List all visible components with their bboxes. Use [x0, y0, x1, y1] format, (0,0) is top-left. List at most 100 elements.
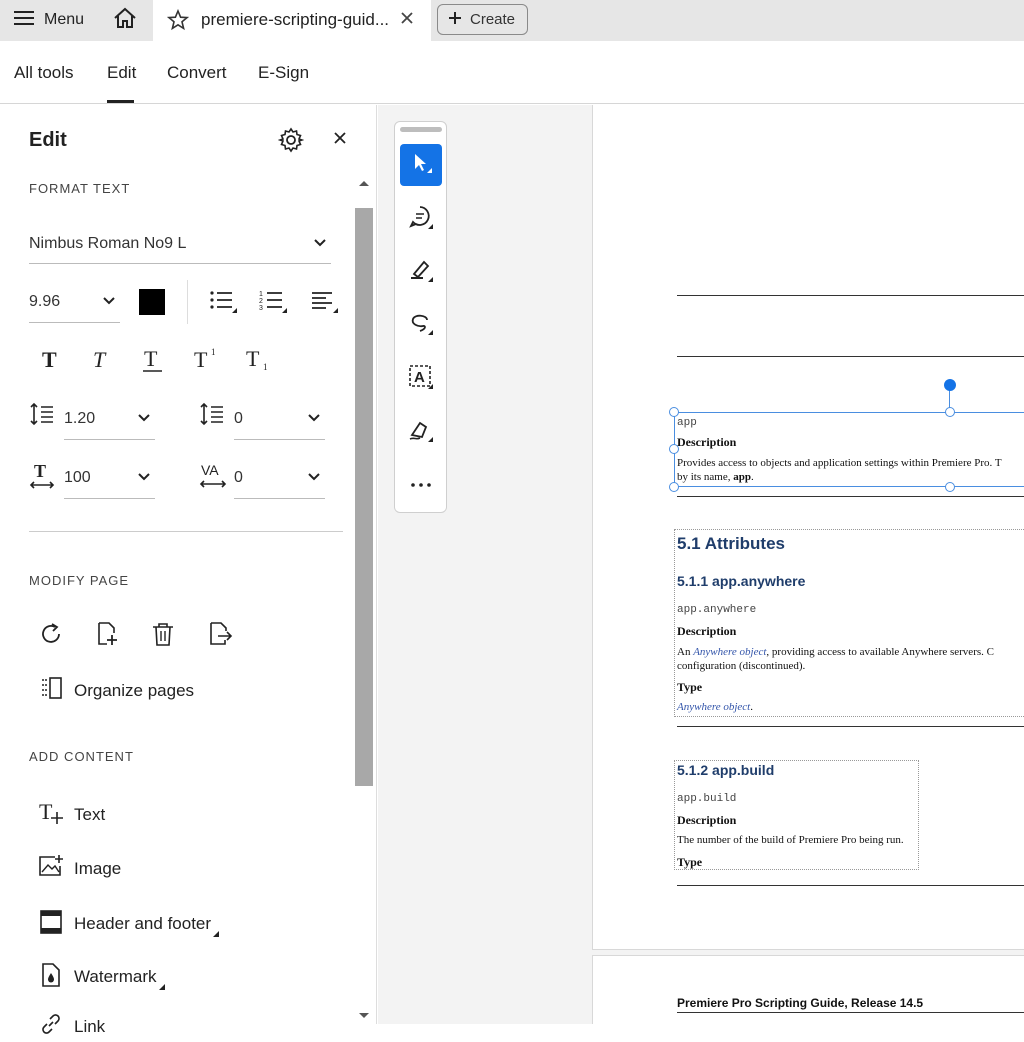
header-footer-label: Header and footer — [74, 914, 212, 933]
line-spacing-dropdown[interactable]: 1.20 — [64, 398, 155, 440]
tool-menubar: All tools Edit Convert E-Sign — [0, 41, 1024, 104]
create-label: Create — [470, 11, 516, 28]
line-spacing-icon — [29, 401, 55, 427]
more-icon — [409, 476, 433, 494]
resize-handle[interactable] — [945, 407, 955, 417]
chevron-down-icon — [137, 469, 151, 487]
description-heading: Description — [677, 813, 737, 827]
quick-tools-toolbar: A — [394, 121, 447, 513]
body-text: Anywhere object. — [677, 701, 753, 713]
chevron-down-icon — [307, 469, 321, 487]
rotate-icon[interactable] — [38, 621, 64, 647]
chevron-down-icon — [307, 410, 321, 428]
svg-text:T: T — [42, 347, 57, 372]
menu-esign[interactable]: E-Sign — [258, 63, 309, 83]
resize-handle[interactable] — [669, 407, 679, 417]
type-heading: Type — [677, 855, 703, 869]
star-icon[interactable] — [166, 8, 190, 36]
sign-tool-button[interactable] — [400, 411, 442, 453]
create-button[interactable]: Create — [437, 4, 528, 35]
text-color-swatch[interactable] — [139, 289, 165, 315]
running-header: Premiere Pro Scripting Guide, Release 14… — [677, 996, 924, 1010]
horizontal-scale-dropdown[interactable]: 100 — [64, 457, 155, 499]
extract-page-icon[interactable] — [206, 621, 234, 647]
paragraph-spacing-value: 0 — [234, 409, 243, 427]
add-link-button[interactable]: Link — [38, 1011, 105, 1042]
paragraph-spacing-icon — [199, 401, 225, 427]
code-text: app.anywhere — [677, 604, 757, 616]
close-panel-icon[interactable] — [333, 131, 347, 145]
scroll-down-icon[interactable] — [358, 1012, 370, 1020]
highlight-tool-button[interactable] — [400, 251, 442, 293]
add-image-icon — [38, 853, 64, 884]
body-text-part: , providing access to available Anywhere… — [766, 646, 994, 658]
chevron-down-icon — [102, 293, 116, 311]
pdf-page: Premiere Pro Scripting Guide, Release 14… — [592, 955, 1024, 1024]
menu-all-tools[interactable]: All tools — [14, 63, 74, 83]
page-rule — [677, 356, 1024, 357]
add-text-label: Text — [74, 804, 106, 824]
body-text: An Anywhere object, providing access to … — [677, 646, 994, 658]
home-icon — [112, 6, 138, 35]
panel-scrollbar[interactable] — [354, 173, 374, 1024]
align-left-icon[interactable] — [309, 288, 339, 314]
add-text-button[interactable]: T Text — [38, 799, 105, 830]
svg-text:A: A — [414, 369, 425, 386]
paragraph-spacing-dropdown[interactable]: 0 — [234, 398, 325, 440]
document-tab[interactable]: premiere-scripting-guid... — [153, 0, 431, 41]
resize-handle[interactable] — [945, 482, 955, 492]
character-spacing-value: 0 — [234, 468, 243, 486]
anywhere-object-link[interactable]: Anywhere object — [693, 646, 766, 658]
add-text-icon: T — [38, 799, 64, 830]
font-family-dropdown[interactable]: Nimbus Roman No9 L — [29, 224, 331, 264]
numbered-list-icon[interactable]: 123 — [258, 288, 288, 314]
svg-text:T: T — [34, 461, 46, 481]
divider — [187, 280, 188, 324]
underline-icon[interactable]: T — [141, 346, 165, 374]
scroll-up-icon[interactable] — [358, 179, 370, 187]
header-footer-button[interactable]: Header and footer — [38, 906, 220, 942]
font-size-dropdown[interactable]: 9.96 — [29, 282, 120, 323]
svg-text:3: 3 — [259, 305, 263, 312]
gear-icon[interactable] — [278, 127, 304, 153]
text-select-tool-button[interactable]: A — [400, 358, 442, 400]
body-text: The number of the build of Premiere Pro … — [677, 834, 904, 846]
bold-icon[interactable]: T — [40, 346, 64, 372]
bullet-list-icon[interactable] — [208, 288, 238, 314]
more-tools-button[interactable] — [400, 464, 442, 506]
add-image-button[interactable]: Image — [38, 853, 121, 884]
svg-text:T: T — [144, 346, 158, 371]
menu-button[interactable]: Menu — [14, 8, 84, 32]
type-link[interactable]: Anywhere object — [677, 701, 750, 713]
text-block-outline[interactable] — [674, 529, 1024, 717]
scrollbar-thumb[interactable] — [355, 208, 373, 786]
home-button[interactable] — [110, 6, 140, 34]
watermark-button[interactable]: Watermark — [38, 959, 165, 995]
organize-pages-button[interactable]: Organize pages — [38, 675, 194, 706]
draw-tool-button[interactable] — [400, 304, 442, 346]
superscript-icon[interactable]: T1 — [193, 346, 221, 372]
character-spacing-dropdown[interactable]: 0 — [234, 457, 325, 499]
body-text-part: by its name, — [677, 471, 734, 483]
comment-icon — [408, 204, 434, 235]
trash-icon[interactable] — [150, 621, 176, 647]
insert-page-icon[interactable] — [94, 621, 120, 647]
toolbar-grip[interactable] — [400, 127, 442, 132]
menu-edit[interactable]: Edit — [107, 63, 136, 83]
italic-icon[interactable]: T — [91, 346, 115, 372]
select-tool-button[interactable] — [400, 144, 442, 186]
comment-tool-button[interactable] — [400, 198, 442, 240]
pen-sign-icon — [408, 417, 434, 448]
subscript-icon[interactable]: T1 — [245, 346, 273, 372]
character-spacing-icon: VA — [199, 460, 227, 490]
header-footer-icon — [38, 909, 64, 940]
svg-text:1: 1 — [259, 291, 263, 298]
watermark-label: Watermark — [74, 967, 157, 986]
description-heading: Description — [677, 435, 737, 449]
close-tab-icon[interactable] — [400, 11, 414, 30]
resize-handle[interactable] — [669, 482, 679, 492]
rotate-handle-icon[interactable] — [944, 379, 956, 391]
divider — [29, 531, 343, 532]
panel-title: Edit — [29, 129, 67, 151]
menu-convert[interactable]: Convert — [167, 63, 227, 83]
